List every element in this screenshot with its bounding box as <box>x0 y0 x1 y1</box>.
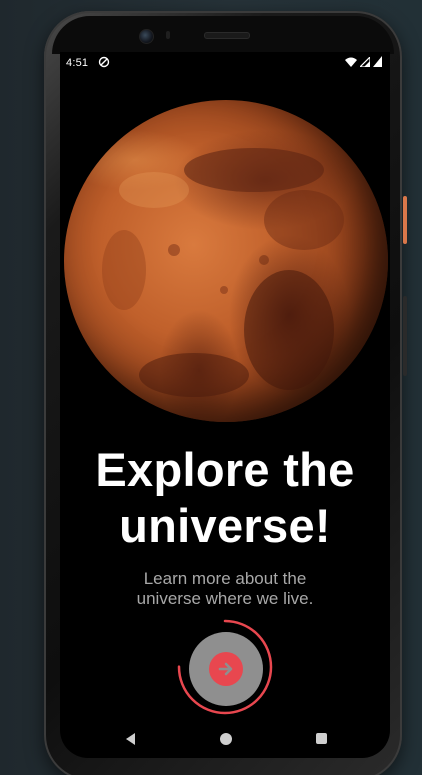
subtitle-line-2: universe where we live. <box>136 589 314 608</box>
planet-surface-texture <box>102 148 344 397</box>
system-navigation-bar <box>60 722 390 758</box>
mars-planet-image <box>64 100 388 422</box>
title-line-2: universe! <box>119 499 331 552</box>
proximity-sensor <box>166 31 170 39</box>
battery-icon <box>373 56 382 67</box>
back-icon[interactable] <box>124 732 138 746</box>
wifi-icon <box>345 57 357 67</box>
page-subtitle: Learn more about the universe where we l… <box>60 569 390 609</box>
app-preview-stage: 4:51 Explore the universe! Learn more ab… <box>0 0 422 775</box>
phone-screen: 4:51 Explore the universe! Learn more ab… <box>60 52 390 758</box>
status-right-icons <box>345 56 382 67</box>
next-button-container <box>175 617 275 717</box>
recents-icon[interactable] <box>316 733 327 744</box>
subtitle-line-1: Learn more about the <box>143 569 307 588</box>
sync-icon <box>98 56 110 68</box>
status-time: 4:51 <box>66 57 89 69</box>
front-camera <box>139 29 154 44</box>
next-button[interactable] <box>189 632 263 706</box>
title-line-1: Explore the <box>95 443 355 496</box>
power-button <box>403 196 407 244</box>
home-icon[interactable] <box>220 733 232 745</box>
cell-signal-icon <box>360 56 370 67</box>
earpiece-speaker <box>204 32 250 39</box>
arrow-right-icon <box>209 652 243 686</box>
status-bar: 4:51 <box>60 52 390 74</box>
page-title: Explore the universe! <box>60 442 390 554</box>
volume-button <box>403 296 407 376</box>
